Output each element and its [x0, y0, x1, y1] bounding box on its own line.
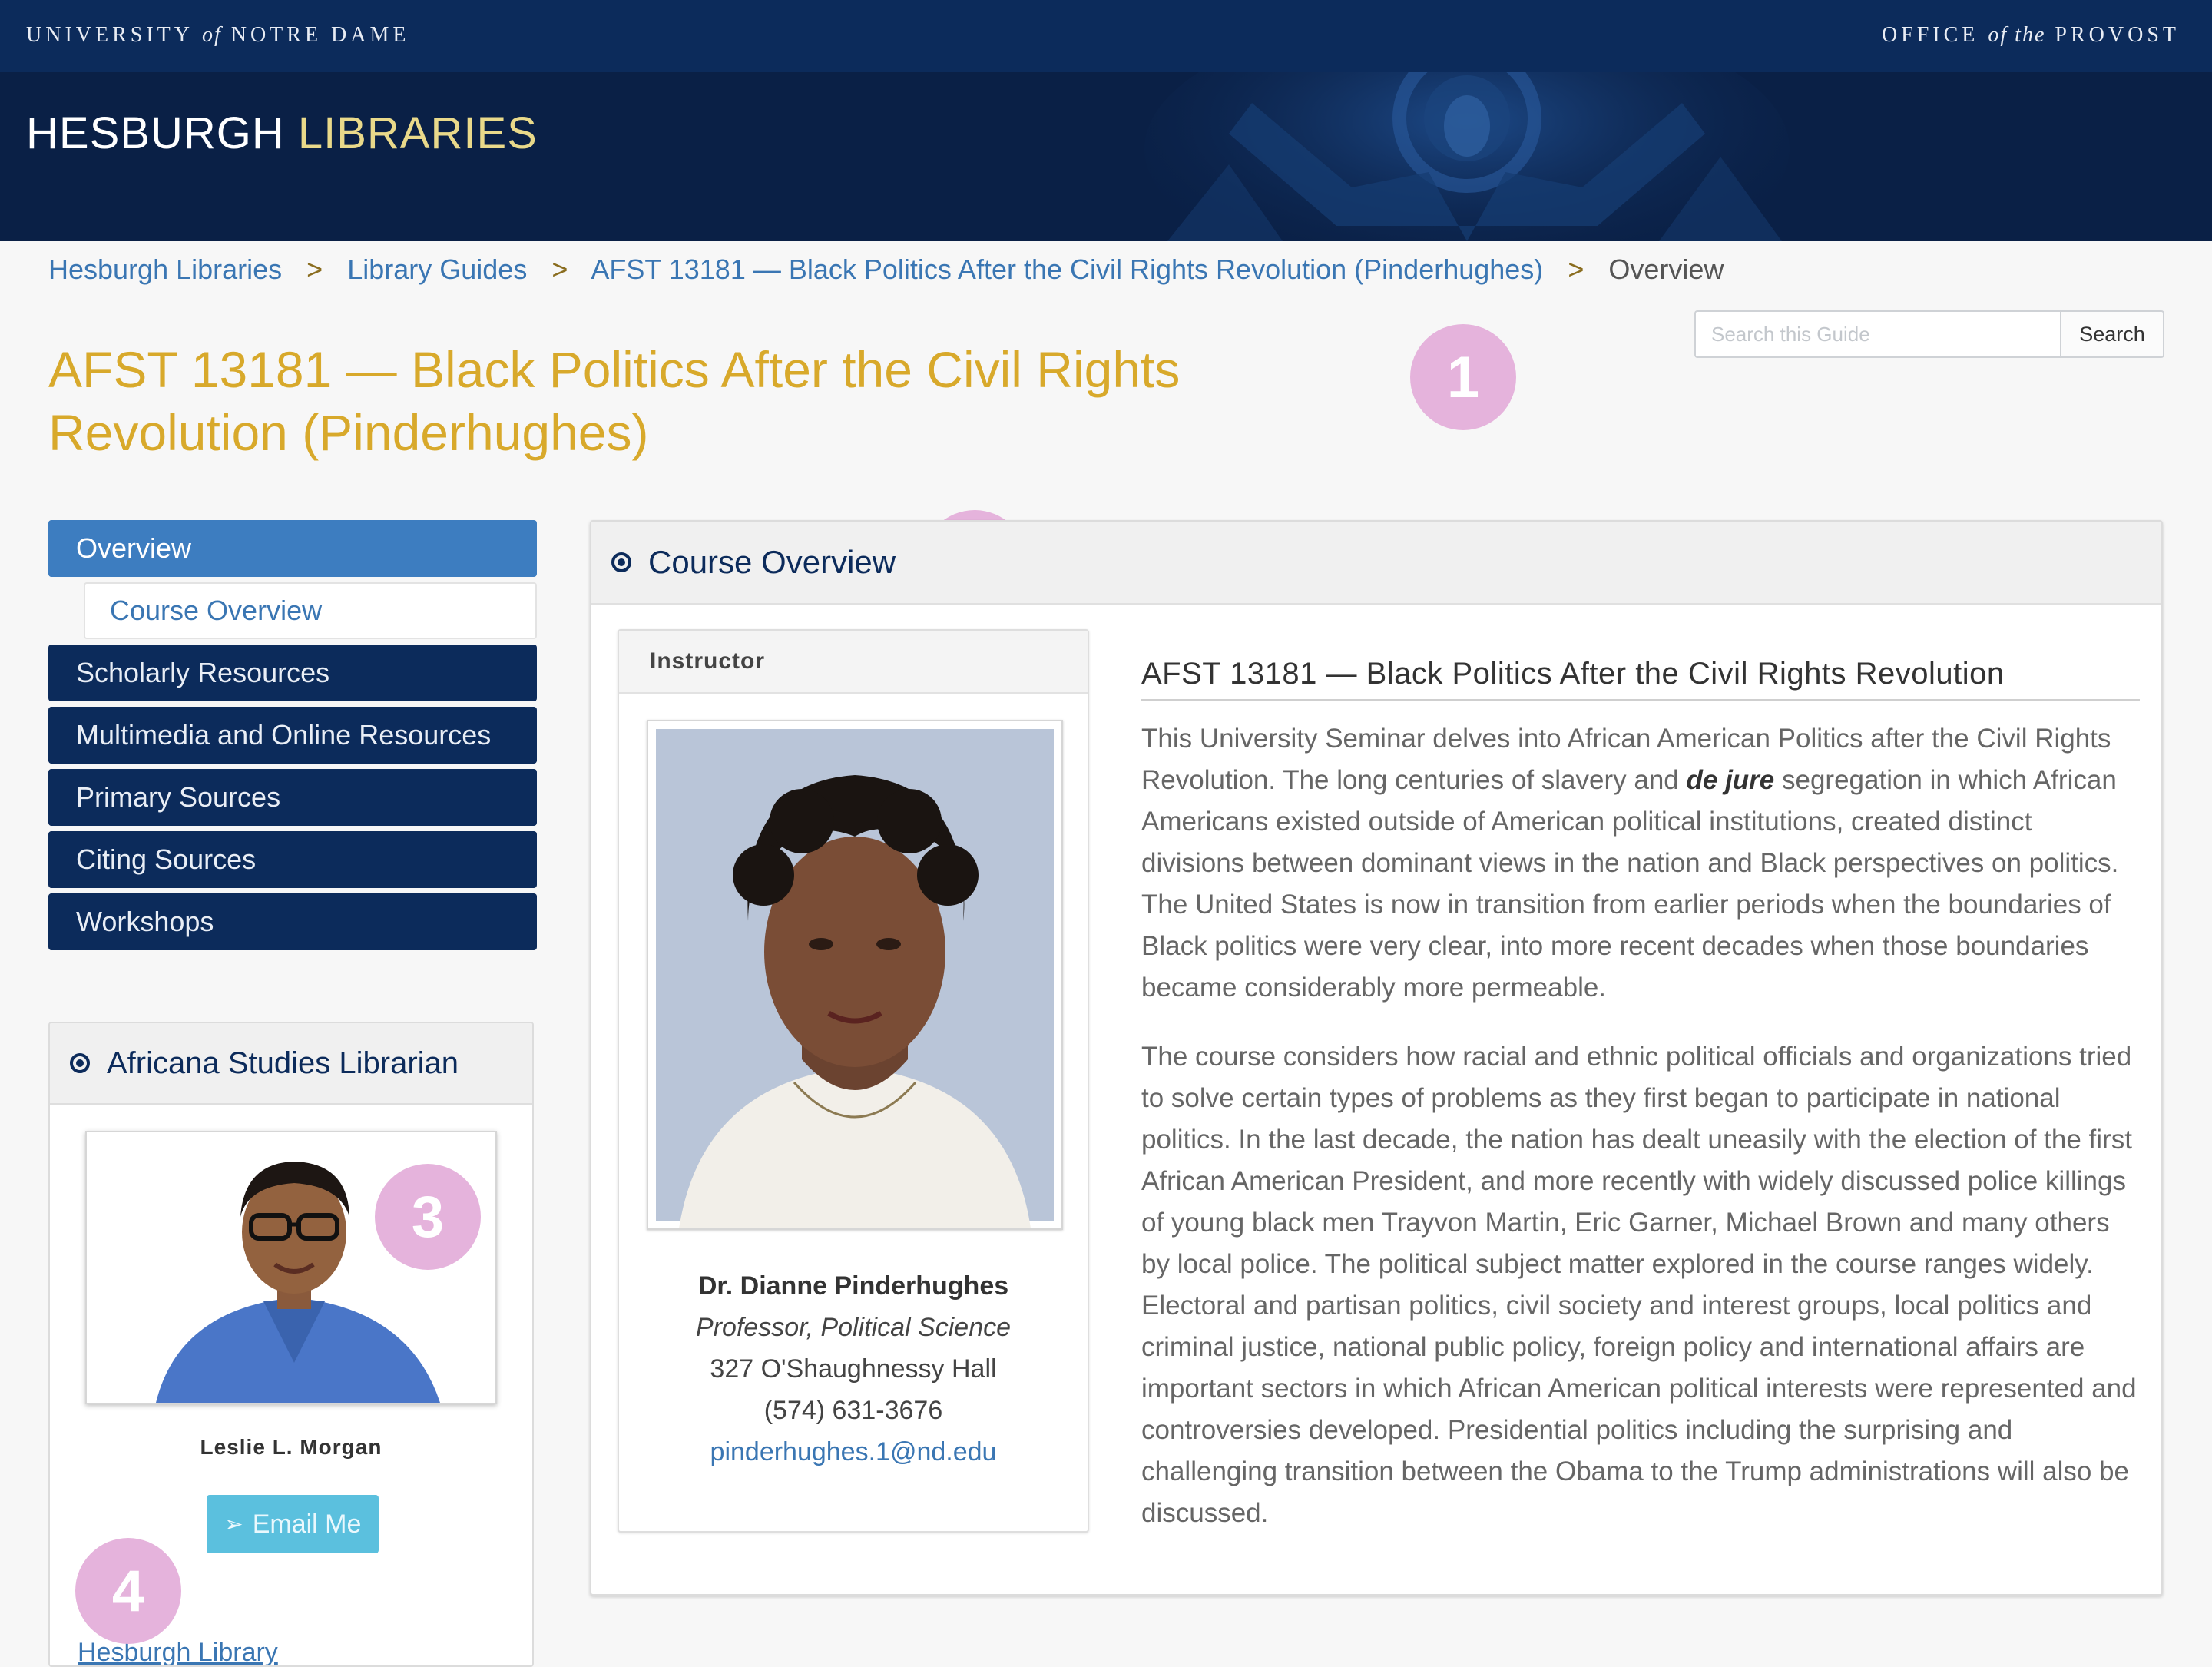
instructor-details: Dr. Dianne Pinderhughes Professor, Polit…: [619, 1265, 1088, 1473]
library-logo[interactable]: HESBURGH LIBRARIES: [26, 108, 538, 159]
instructor-heading: Instructor: [619, 631, 1088, 694]
course-paragraph-2: The course considers how racial and ethn…: [1141, 1042, 2137, 1528]
breadcrumb-separator: >: [306, 254, 323, 285]
university-text-b: NOTRE DAME: [221, 23, 410, 47]
paper-plane-icon: ➢: [224, 1511, 243, 1537]
course-overview-heading-text: Course Overview: [648, 544, 896, 580]
provost-wordmark[interactable]: OFFICE of the PROVOST: [1882, 23, 2180, 48]
breadcrumb-library-guides[interactable]: Library Guides: [347, 254, 527, 285]
course-description: This University Seminar delves into Afri…: [1141, 718, 2140, 1562]
instructor-email-link[interactable]: pinderhughes.1@nd.edu: [619, 1431, 1088, 1473]
guide-nav: Overview Course Overview Scholarly Resou…: [48, 520, 537, 956]
nav-item-citing-sources[interactable]: Citing Sources: [48, 831, 537, 888]
university-wordmark[interactable]: UNIVERSITY of NOTRE DAME: [26, 23, 410, 48]
guide-search: Search: [1694, 310, 2164, 360]
provost-text-of: of the: [1988, 23, 2046, 47]
instructor-card: Instructor Dr. Dianne Pinderhughes Profe…: [618, 629, 1089, 1533]
university-topbar: UNIVERSITY of NOTRE DAME OFFICE of the P…: [0, 0, 2212, 72]
librarian-heading-text: Africana Studies Librarian: [107, 1046, 459, 1080]
provost-text-b: PROVOST: [2045, 23, 2180, 47]
nav-item-multimedia[interactable]: Multimedia and Online Resources: [48, 707, 537, 764]
callout-badge-1: 1: [1410, 324, 1516, 430]
course-paragraph-1: This University Seminar delves into Afri…: [1141, 718, 2140, 1009]
librarian-name: Leslie L. Morgan: [200, 1435, 382, 1459]
callout-badge-3: 3: [375, 1164, 481, 1270]
breadcrumb-separator: >: [1568, 254, 1584, 285]
course-title: AFST 13181 — Black Politics After the Ci…: [1141, 657, 2140, 701]
instructor-phone: (574) 631-3676: [763, 1396, 943, 1425]
search-button[interactable]: Search: [2060, 310, 2164, 358]
librarian-heading: Africana Studies Librarian: [50, 1023, 532, 1105]
nav-item-overview[interactable]: Overview: [48, 520, 537, 577]
breadcrumb-guide[interactable]: AFST 13181 — Black Politics After the Ci…: [591, 254, 1543, 285]
dot-circle-icon: [611, 552, 631, 572]
instructor-name: Dr. Dianne Pinderhughes: [697, 1271, 1009, 1301]
course-overview-panel: Course Overview Instructor Dr. Dianne Pi…: [590, 520, 2163, 1596]
provost-text-a: OFFICE: [1881, 23, 1988, 47]
banner-mural-art: [1144, 72, 1790, 241]
breadcrumb: Hesburgh Libraries > Library Guides > AF…: [48, 254, 1724, 286]
university-text-a: UNIVERSITY: [26, 23, 202, 47]
breadcrumb-current: Overview: [1608, 254, 1724, 285]
instructor-role: Professor, Political Science: [695, 1313, 1012, 1342]
nav-item-scholarly-resources[interactable]: Scholarly Resources: [48, 645, 537, 701]
nav-item-workshops[interactable]: Workshops: [48, 893, 537, 950]
course-paragraph-1-emphasis: de jure: [1686, 765, 1775, 795]
breadcrumb-separator: >: [551, 254, 568, 285]
instructor-portrait: [656, 729, 1054, 1228]
library-logo-white: HESBURGH: [26, 108, 298, 158]
page-title: AFST 13181 — Black Politics After the Ci…: [48, 341, 1181, 461]
library-banner: HESBURGH LIBRARIES: [0, 72, 2212, 241]
nav-item-primary-sources[interactable]: Primary Sources: [48, 769, 537, 826]
library-logo-gold: LIBRARIES: [297, 108, 538, 158]
email-me-button[interactable]: ➢ Email Me: [207, 1495, 379, 1553]
nav-subitem-course-overview[interactable]: Course Overview: [84, 582, 537, 639]
instructor-office: 327 O'Shaughnessy Hall: [710, 1354, 997, 1384]
course-overview-heading: Course Overview: [591, 522, 2161, 605]
hesburgh-library-link[interactable]: Hesburgh Library: [78, 1638, 278, 1665]
dot-circle-icon: [70, 1053, 90, 1073]
university-text-of: of: [201, 23, 222, 47]
search-input[interactable]: [1694, 310, 2060, 358]
breadcrumb-hesburgh-libraries[interactable]: Hesburgh Libraries: [48, 254, 282, 285]
callout-badge-4: 4: [75, 1538, 181, 1644]
course-paragraph-1-b: segregation in which African Americans e…: [1141, 765, 2119, 1003]
instructor-photo: [647, 720, 1063, 1230]
email-me-label: Email Me: [252, 1509, 362, 1539]
